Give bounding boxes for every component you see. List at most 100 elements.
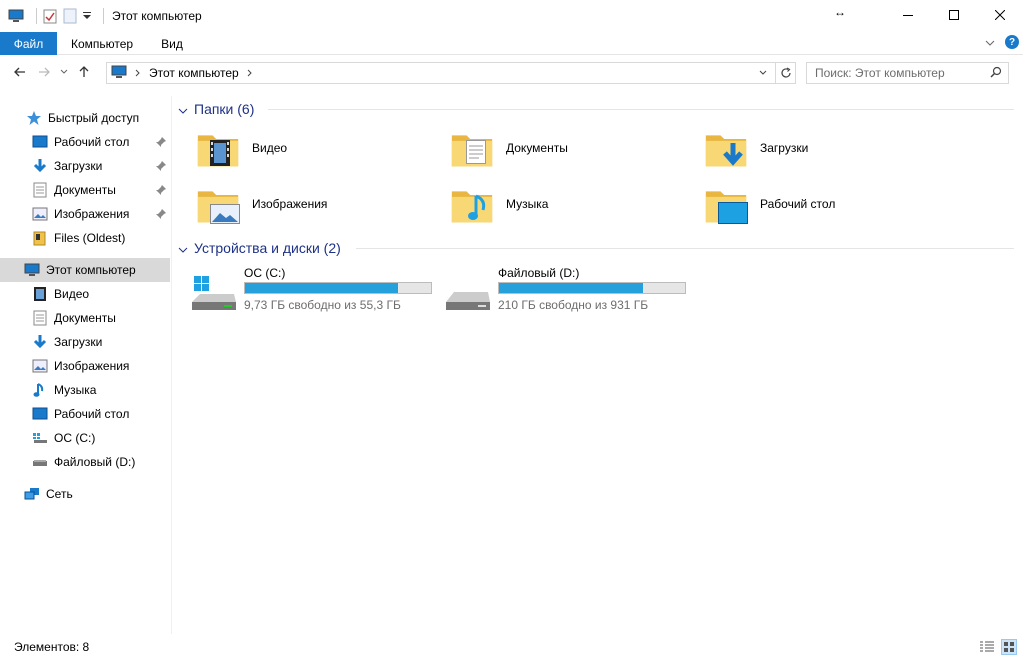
sidebar-item-pictures[interactable]: Изображения — [0, 202, 170, 226]
chevron-down-icon — [60, 69, 68, 74]
maximize-icon — [949, 10, 959, 20]
minimize-button[interactable] — [885, 0, 931, 30]
chevron-down-icon — [985, 40, 995, 46]
sidebar-item-network[interactable]: Сеть — [0, 482, 170, 506]
arrow-up-icon — [79, 66, 89, 77]
title-bar: Этот компьютер ↔ — [0, 0, 1023, 32]
quick-access-toolbar: Этот компьютер — [0, 0, 208, 32]
properties-icon[interactable] — [43, 6, 57, 26]
details-view-icon — [980, 641, 994, 652]
separator — [36, 8, 37, 24]
group-header-drives[interactable]: Устройства и диски (2) — [176, 236, 341, 260]
recent-locations-button[interactable] — [56, 60, 72, 84]
drive-usage-fill — [499, 283, 643, 293]
breadcrumb-separator[interactable] — [135, 66, 141, 80]
folder-tile-documents[interactable]: Документы — [450, 124, 700, 172]
sidebar-item-files-oldest[interactable]: Files (Oldest) — [0, 226, 170, 250]
search-placeholder: Поиск: Этот компьютер — [815, 66, 945, 80]
sidebar-item-quick-access[interactable]: Быстрый доступ — [0, 106, 170, 130]
breadcrumb-separator[interactable] — [247, 66, 253, 80]
pin-icon[interactable] — [156, 184, 166, 198]
help-button[interactable]: ? — [1005, 35, 1019, 49]
sidebar-item-this-pc[interactable]: Этот компьютер — [0, 258, 170, 282]
chevron-right-icon — [247, 69, 252, 77]
drive-tile-c[interactable]: ОС (C:) 9,73 ГБ свободно из 55,3 ГБ — [176, 266, 432, 318]
navigation-pane: Быстрый доступ Рабочий стол Загрузки Док… — [0, 96, 172, 634]
ribbon-tabs: Файл Компьютер Вид ? — [0, 32, 1023, 55]
group-divider — [356, 248, 1014, 249]
separator — [103, 8, 104, 24]
sidebar-item-drive-c[interactable]: ОС (C:) — [0, 426, 170, 450]
maximize-button[interactable] — [931, 0, 977, 30]
folder-tile-videos[interactable]: Видео — [196, 124, 446, 172]
music-icon — [32, 382, 48, 398]
drive-usage-bar — [244, 282, 432, 294]
sidebar-item-documents-pc[interactable]: Документы — [0, 306, 170, 330]
sidebar-item-desktop[interactable]: Рабочий стол — [0, 130, 170, 154]
status-bar: Элементов: 8 — [0, 636, 1023, 658]
close-icon — [995, 10, 1005, 20]
breadcrumb-this-pc[interactable]: Этот компьютер — [149, 66, 239, 80]
customize-toolbar-icon[interactable] — [83, 6, 91, 26]
sidebar-item-videos[interactable]: Видео — [0, 282, 170, 306]
pin-icon[interactable] — [156, 208, 166, 222]
expand-ribbon-button[interactable] — [985, 35, 995, 49]
folder-tile-music[interactable]: Музыка — [450, 180, 700, 228]
refresh-button[interactable] — [775, 63, 795, 83]
address-bar[interactable]: Этот компьютер — [106, 62, 796, 84]
os-drive-icon — [190, 274, 238, 314]
minimize-icon — [903, 15, 913, 16]
pictures-icon — [32, 358, 48, 374]
folder-tile-desktop[interactable]: Рабочий стол — [704, 180, 954, 228]
search-icon[interactable] — [990, 66, 1002, 81]
chevron-down-icon — [178, 240, 188, 256]
pictures-icon — [32, 206, 48, 222]
documents-folder-icon — [450, 124, 498, 172]
sidebar-item-pictures-pc[interactable]: Изображения — [0, 354, 170, 378]
computer-icon — [111, 65, 127, 82]
chevron-right-icon — [135, 69, 140, 77]
download-icon — [32, 158, 48, 174]
sidebar-item-drive-d[interactable]: Файловый (D:) — [0, 450, 170, 474]
drive-usage-fill — [245, 283, 399, 293]
pin-icon[interactable] — [156, 136, 166, 150]
group-header-folders[interactable]: Папки (6) — [176, 97, 254, 121]
sidebar-item-downloads[interactable]: Загрузки — [0, 154, 170, 178]
folder-tile-pictures[interactable]: Изображения — [196, 180, 446, 228]
new-folder-icon[interactable] — [63, 6, 77, 26]
folder-tile-downloads[interactable]: Загрузки — [704, 124, 954, 172]
up-button[interactable] — [72, 60, 96, 84]
group-divider — [268, 109, 1014, 110]
chevron-down-icon — [178, 101, 188, 117]
details-view-button[interactable] — [979, 639, 995, 655]
search-input[interactable]: Поиск: Этот компьютер — [806, 62, 1009, 84]
drive-tile-d[interactable]: Файловый (D:) 210 ГБ свободно из 931 ГБ — [430, 266, 686, 318]
close-button[interactable] — [977, 0, 1023, 30]
drive-icon — [444, 274, 492, 314]
sidebar-item-desktop-pc[interactable]: Рабочий стол — [0, 402, 170, 426]
tab-file[interactable]: Файл — [0, 32, 57, 55]
documents-icon — [32, 310, 48, 326]
downloads-folder-icon — [704, 124, 752, 172]
address-dropdown-button[interactable] — [753, 63, 773, 83]
refresh-icon — [780, 67, 791, 78]
back-button[interactable] — [8, 60, 32, 84]
sidebar-item-music[interactable]: Музыка — [0, 378, 170, 402]
tab-computer[interactable]: Компьютер — [57, 32, 147, 55]
desktop-icon — [32, 406, 48, 422]
download-icon — [32, 334, 48, 350]
pictures-folder-icon — [196, 180, 244, 228]
tiles-view-button[interactable] — [1001, 639, 1017, 655]
arrow-left-icon — [14, 67, 25, 77]
tab-view[interactable]: Вид — [147, 32, 197, 55]
sidebar-item-documents[interactable]: Документы — [0, 178, 170, 202]
content-pane: Папки (6) Видео Документы Загрузки Изобр… — [176, 96, 1016, 634]
network-icon — [24, 486, 40, 502]
pin-icon[interactable] — [156, 160, 166, 174]
sidebar-item-downloads-pc[interactable]: Загрузки — [0, 330, 170, 354]
navigation-bar: Этот компьютер Поиск: Этот компьютер — [0, 56, 1023, 88]
drive-usage-bar — [498, 282, 686, 294]
forward-button[interactable] — [32, 60, 56, 84]
star-icon — [26, 110, 42, 126]
tiles-view-icon — [1004, 642, 1014, 652]
